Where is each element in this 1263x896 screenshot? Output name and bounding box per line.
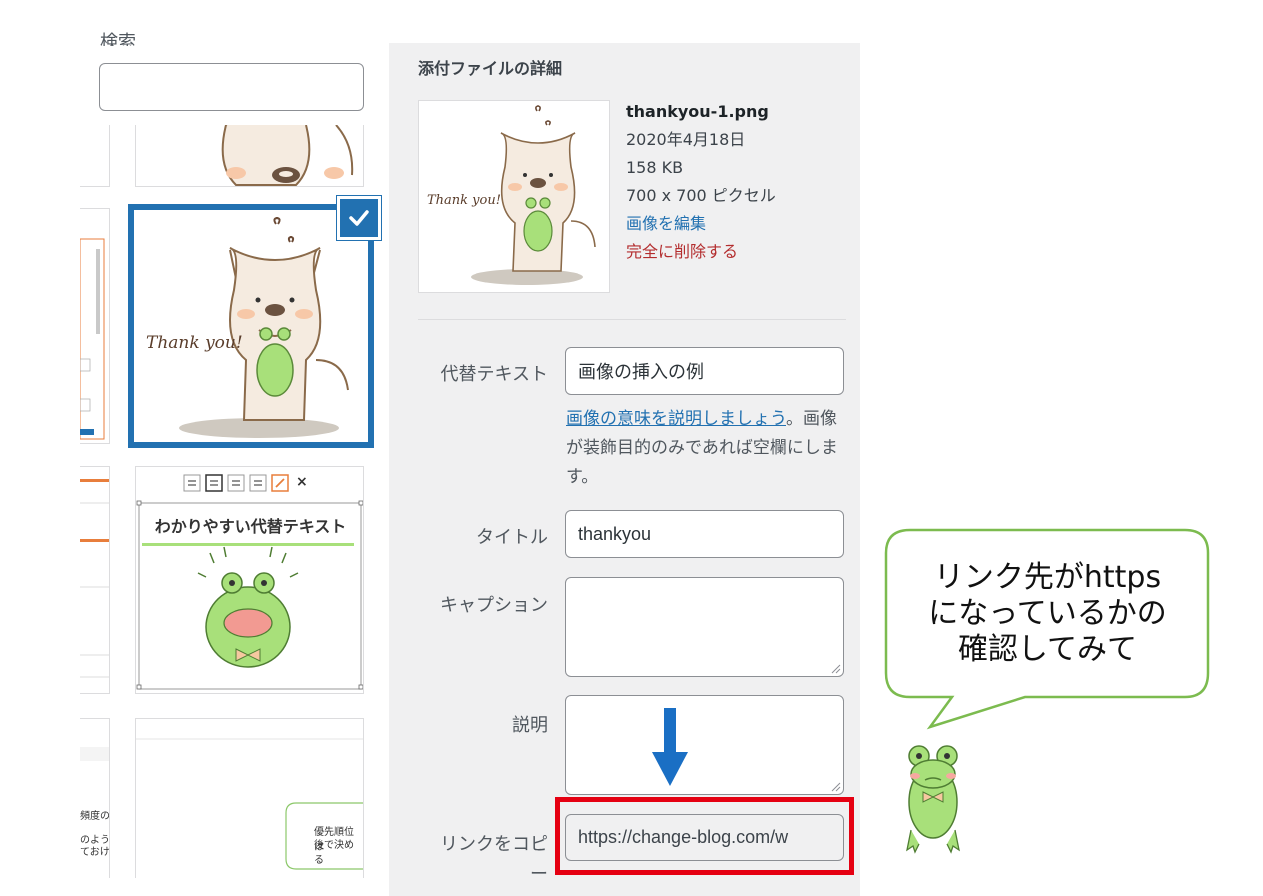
attachment-meta: thankyou-1.png 2020年4月18日 158 KB 700 x 7… [626, 98, 776, 266]
screenshot-thumbnail [80, 238, 105, 440]
image-dimensions: 700 x 700 ピクセル [626, 186, 776, 205]
copy-link-label: リンクをコピー [440, 834, 548, 885]
file-name: thankyou-1.png [626, 102, 769, 121]
attachment-preview: Thank you! [418, 100, 610, 293]
title-label: タイトル [476, 527, 548, 548]
url-highlight-box [555, 797, 854, 875]
upload-date: 2020年4月18日 [626, 130, 746, 149]
alt-text-help: 画像の意味を説明しましょう。画像が装飾目的のみであれば空欄にします。 [566, 405, 846, 492]
media-thumb-alt-text[interactable]: × わかりやすい代替テキスト [135, 466, 364, 694]
screenshot-thumbnail: 頻度の のよう ておけ [80, 747, 110, 858]
preview-caption: Thank you! [427, 193, 501, 208]
edit-image-link[interactable]: 画像を編集 [626, 210, 776, 238]
toolbar-close-icon[interactable]: × [296, 474, 308, 490]
bubble-line-3: 確認してみて [957, 632, 1138, 667]
media-thumb-priority[interactable]: 優先順位は 後で決める [135, 718, 364, 878]
description-label: 説明 [512, 715, 548, 736]
media-thumb-dog-partial[interactable] [135, 125, 364, 187]
editor-screenshot [136, 474, 363, 690]
dog-illustration [221, 125, 354, 186]
bubble-text: リンク先がhttps になっているかの 確認してみて [905, 560, 1190, 668]
down-arrow-icon [652, 708, 688, 786]
alt-text-heading: わかりやすい代替テキスト [154, 517, 347, 536]
check-icon [349, 210, 369, 226]
alt-text-help-link[interactable]: 画像の意味を説明しましょう [566, 409, 786, 429]
file-size: 158 KB [626, 158, 684, 177]
media-thumb-partial-1[interactable] [80, 125, 110, 187]
description-textarea[interactable] [565, 695, 844, 795]
selected-check-button[interactable] [337, 196, 381, 240]
caption-label: キャプション [440, 595, 548, 616]
svg-text:のよう: のよう [80, 834, 110, 846]
frog-illustration [906, 745, 960, 854]
caption-textarea[interactable] [565, 577, 844, 677]
bubble-line-2: になっているかの [928, 596, 1167, 631]
resize-handle-icon[interactable] [829, 662, 841, 674]
image-toolbar [183, 474, 289, 492]
bubble-line-1: リンク先がhttps [933, 560, 1162, 595]
dog-frog-illustration: Thank you! [146, 217, 349, 438]
media-thumb-partial-3[interactable] [80, 466, 110, 694]
resize-handle-icon[interactable] [829, 780, 841, 792]
media-thumb-selected[interactable]: Thank you! [128, 204, 374, 448]
delete-permanently-link[interactable]: 完全に削除する [626, 238, 776, 266]
media-thumb-partial-4[interactable]: 頻度の のよう ておけ [80, 718, 110, 878]
svg-text:ておけ: ておけ [80, 846, 110, 858]
search-label: 検索 [100, 32, 136, 46]
priority-text-2: 後で決める [314, 840, 354, 866]
search-input[interactable] [99, 63, 364, 111]
alt-text-input[interactable]: 画像の挿入の例 [565, 347, 844, 395]
title-input[interactable]: thankyou [565, 510, 844, 558]
panel-title: 添付ファイルの詳細 [418, 59, 563, 78]
media-thumb-partial-2[interactable] [80, 208, 110, 444]
divider [418, 319, 846, 320]
svg-text:頻度の: 頻度の [80, 809, 110, 822]
svg-text:Thank you!: Thank you! [146, 333, 243, 353]
alt-text-label: 代替テキスト [440, 364, 548, 385]
screenshot-thumbnail [80, 479, 109, 678]
